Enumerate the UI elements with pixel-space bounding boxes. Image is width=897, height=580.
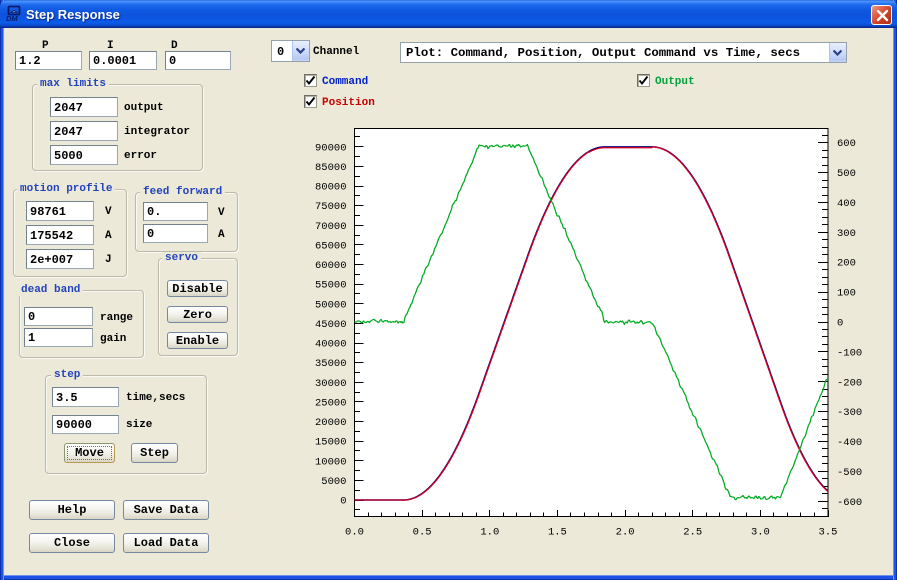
svg-text:35000: 35000 [315, 358, 347, 370]
svg-text:600: 600 [837, 138, 856, 150]
svg-text:-400: -400 [837, 437, 862, 449]
svg-text:-300: -300 [837, 407, 862, 419]
svg-text:30000: 30000 [315, 378, 347, 390]
svg-text:-100: -100 [837, 347, 862, 359]
svg-text:60000: 60000 [315, 260, 347, 272]
svg-text:400: 400 [837, 198, 856, 210]
svg-text:3.5: 3.5 [819, 527, 838, 539]
svg-text:3.0: 3.0 [751, 527, 770, 539]
svg-text:-500: -500 [837, 467, 862, 479]
svg-text:200: 200 [837, 258, 856, 270]
svg-text:1.0: 1.0 [480, 527, 499, 539]
svg-text:2.0: 2.0 [616, 527, 635, 539]
svg-text:1.5: 1.5 [548, 527, 567, 539]
svg-text:85000: 85000 [315, 162, 347, 174]
svg-text:65000: 65000 [315, 240, 347, 252]
svg-text:0.0: 0.0 [345, 527, 364, 539]
svg-text:2.5: 2.5 [683, 527, 702, 539]
svg-text:70000: 70000 [315, 221, 347, 233]
svg-text:15000: 15000 [315, 437, 347, 449]
svg-text:55000: 55000 [315, 280, 347, 292]
svg-text:-600: -600 [837, 497, 862, 509]
svg-text:0.5: 0.5 [413, 527, 432, 539]
svg-text:0: 0 [340, 496, 346, 508]
svg-text:500: 500 [837, 168, 856, 180]
svg-text:25000: 25000 [315, 397, 347, 409]
svg-text:50000: 50000 [315, 299, 347, 311]
svg-text:DM: DM [6, 14, 18, 23]
svg-text:-200: -200 [837, 377, 862, 389]
svg-text:5000: 5000 [321, 476, 346, 488]
svg-text:0: 0 [837, 318, 843, 330]
svg-text:10000: 10000 [315, 456, 347, 468]
svg-text:40000: 40000 [315, 339, 347, 351]
svg-text:45000: 45000 [315, 319, 347, 331]
svg-text:300: 300 [837, 228, 856, 240]
svg-text:20000: 20000 [315, 417, 347, 429]
svg-text:100: 100 [837, 288, 856, 300]
svg-text:90000: 90000 [315, 142, 347, 154]
svg-text:75000: 75000 [315, 201, 347, 213]
svg-text:80000: 80000 [315, 182, 347, 194]
